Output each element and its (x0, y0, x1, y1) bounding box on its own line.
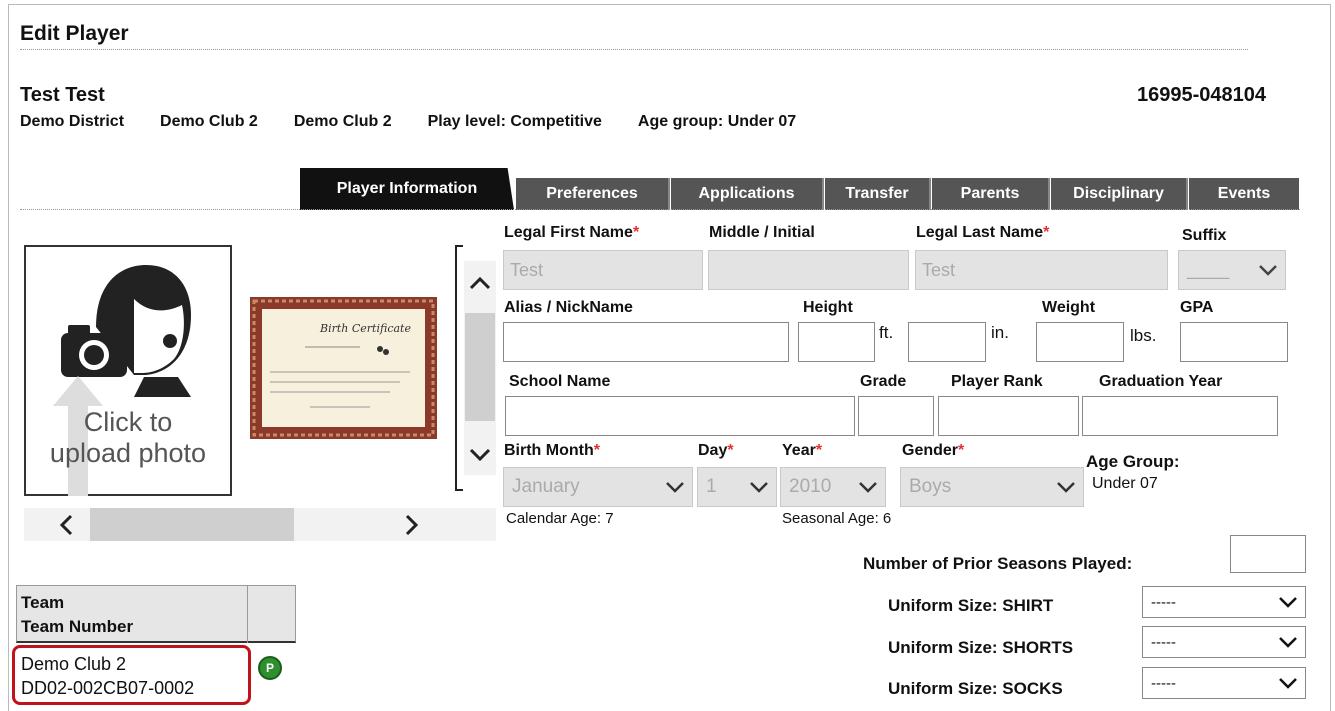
day-label: Day* (698, 442, 734, 459)
age-group-value: Under 07 (1092, 475, 1158, 492)
primary-badge-icon[interactable]: P (258, 656, 282, 680)
chevron-down-icon (666, 482, 684, 493)
height-label: Height (803, 299, 853, 316)
player-rank-label: Player Rank (951, 373, 1043, 390)
uniform-socks-select[interactable]: ----- (1142, 667, 1306, 699)
vertical-scroll-thumb[interactable] (465, 313, 495, 421)
graduation-year-label: Graduation Year (1099, 373, 1223, 390)
uniform-shorts-select[interactable]: ----- (1142, 626, 1306, 658)
player-district: Demo District (20, 113, 125, 130)
day-select[interactable]: 1 (697, 467, 777, 507)
uniform-shirt-select[interactable]: ----- (1142, 586, 1306, 618)
player-club-2: Demo Club 2 (293, 113, 392, 130)
tabs-divider (20, 209, 1300, 210)
player-rank-input[interactable] (938, 396, 1079, 436)
team-number: DD02-002CB07-0002 (21, 678, 195, 698)
player-club-1: Demo Club 2 (160, 113, 258, 130)
chevron-down-icon (1279, 637, 1297, 648)
birth-month-select[interactable]: January (503, 467, 693, 507)
alias-input[interactable] (503, 322, 789, 362)
legal-first-name-label: Legal First Name* (504, 224, 640, 241)
chevron-down-icon (1279, 597, 1297, 608)
tab-applications[interactable]: Applications (671, 178, 824, 210)
chevron-down-icon (1259, 265, 1277, 276)
height-feet-input[interactable] (798, 322, 875, 362)
alias-label: Alias / NickName (504, 299, 633, 316)
school-name-label: School Name (509, 373, 611, 390)
upload-photo-text: Click to upload photo (49, 407, 207, 468)
scroll-left-icon[interactable] (58, 514, 76, 536)
year-select[interactable]: 2010 (780, 467, 886, 507)
gender-select[interactable]: Boys (900, 467, 1084, 507)
year-label: Year* (782, 442, 823, 459)
team-column-header: Team (21, 593, 65, 612)
height-in-unit: in. (991, 323, 1009, 342)
weight-unit: lbs. (1130, 326, 1157, 345)
school-name-input[interactable] (505, 396, 855, 436)
uniform-socks-label: Uniform Size: SOCKS (888, 679, 1063, 698)
horizontal-scroll-thumb[interactable] (90, 508, 294, 541)
legal-first-name-input[interactable] (503, 250, 703, 290)
player-play-level: Play level: Competitive (427, 113, 602, 130)
weight-input[interactable] (1036, 322, 1124, 362)
chevron-down-icon (859, 482, 877, 493)
chevron-down-icon (1057, 482, 1075, 493)
title-divider (20, 49, 1248, 50)
birth-month-label: Birth Month* (504, 442, 600, 459)
grade-input[interactable] (858, 396, 934, 436)
gpa-input[interactable] (1180, 322, 1288, 362)
legal-last-name-label: Legal Last Name* (916, 224, 1050, 241)
tab-transfer[interactable]: Transfer (825, 178, 931, 210)
page-title: Edit Player (20, 22, 129, 45)
tab-preferences[interactable]: Preferences (516, 178, 670, 210)
chevron-down-icon (1279, 678, 1297, 689)
prior-seasons-input[interactable] (1230, 535, 1306, 573)
weight-label: Weight (1042, 299, 1096, 316)
photo-upload[interactable]: Click to upload photo (24, 245, 232, 496)
team-row[interactable]: Demo Club 2 DD02-002CB07-0002 (12, 645, 251, 705)
player-age-group: Age group: Under 07 (637, 113, 797, 130)
svg-text:Birth Certificate: Birth Certificate (319, 322, 411, 335)
height-inches-input[interactable] (908, 322, 986, 362)
gallery-bracket (455, 245, 463, 491)
team-header-separator (247, 585, 248, 643)
scroll-right-icon[interactable] (402, 514, 420, 536)
suffix-select[interactable]: ____ (1178, 250, 1286, 290)
tab-disciplinary[interactable]: Disciplinary (1051, 178, 1188, 210)
uniform-shirt-label: Uniform Size: SHIRT (888, 596, 1054, 615)
gpa-label: GPA (1180, 299, 1214, 316)
chevron-down-icon (750, 482, 768, 493)
grade-label: Grade (860, 373, 907, 390)
team-number-column-header: Team Number (21, 617, 134, 636)
legal-last-name-input[interactable] (915, 250, 1168, 290)
prior-seasons-label: Number of Prior Seasons Played: (863, 554, 1133, 573)
suffix-label: Suffix (1182, 227, 1227, 244)
tab-parents[interactable]: Parents (932, 178, 1050, 210)
tab-events[interactable]: Events (1189, 178, 1299, 210)
scroll-up-icon[interactable] (468, 274, 492, 292)
player-meta: Demo District Demo Club 2 Demo Club 2 Play … (20, 113, 832, 131)
height-ft-unit: ft. (879, 323, 894, 342)
player-id: 16995-048104 (1137, 84, 1267, 106)
seasonal-age: Seasonal Age: 6 (782, 510, 892, 527)
calendar-age: Calendar Age: 7 (506, 510, 614, 527)
player-name: Test Test (20, 84, 105, 106)
birth-certificate-thumbnail[interactable]: Birth Certificate (250, 297, 437, 439)
tab-player-information[interactable]: Player Information (300, 168, 514, 210)
scroll-down-icon[interactable] (468, 446, 492, 464)
team-name: Demo Club 2 (21, 654, 127, 674)
graduation-year-input[interactable] (1082, 396, 1278, 436)
age-group-label: Age Group: (1086, 452, 1180, 471)
team-table-header: Team Team Number (16, 585, 296, 643)
middle-initial-input[interactable] (708, 250, 909, 290)
middle-initial-label: Middle / Initial (709, 224, 815, 241)
gender-label: Gender* (902, 442, 965, 459)
uniform-shorts-label: Uniform Size: SHORTS (888, 638, 1074, 657)
